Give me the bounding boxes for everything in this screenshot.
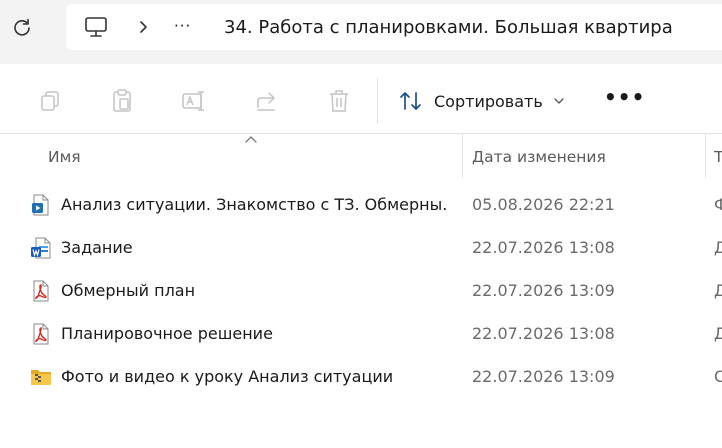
refresh-button[interactable] bbox=[10, 15, 34, 39]
file-name: Планировочное решение bbox=[61, 324, 273, 343]
pdf-file-icon bbox=[33, 280, 49, 302]
command-bar: Сортировать ••• bbox=[0, 64, 722, 134]
file-date: 22.07.2026 13:08 bbox=[472, 238, 615, 257]
file-row[interactable]: Анализ ситуации. Знакомство с ТЗ. Обмерн… bbox=[0, 184, 722, 227]
delete-button[interactable] bbox=[326, 88, 352, 114]
column-header-date-modified[interactable]: Дата изменения bbox=[472, 148, 606, 166]
file-name: Анализ ситуации. Знакомство с ТЗ. Обмерн… bbox=[61, 195, 446, 214]
column-divider[interactable] bbox=[705, 134, 706, 178]
address-bar-area: ··· 34. Работа с планировками. Большая к… bbox=[0, 0, 722, 64]
share-icon bbox=[257, 92, 275, 111]
file-row[interactable]: Фото и видео к уроку Анализ ситуации 22.… bbox=[0, 356, 722, 399]
zip-folder-icon bbox=[31, 370, 51, 385]
copy-button[interactable] bbox=[37, 88, 63, 114]
file-date: 05.08.2026 22:21 bbox=[472, 195, 615, 214]
paste-button[interactable] bbox=[109, 88, 135, 114]
trash-icon bbox=[330, 90, 348, 112]
toolbar-separator bbox=[377, 78, 378, 124]
column-headers: Имя Дата изменения Т bbox=[0, 134, 722, 178]
pdf-file-icon bbox=[33, 323, 49, 345]
address-bar[interactable]: ··· 34. Работа с планировками. Большая к… bbox=[66, 4, 722, 50]
column-header-name[interactable]: Имя bbox=[48, 148, 81, 166]
video-file-icon bbox=[32, 194, 49, 216]
file-date: 22.07.2026 13:09 bbox=[472, 367, 615, 386]
sort-button[interactable]: Сортировать bbox=[398, 86, 565, 116]
current-folder-breadcrumb[interactable]: 34. Работа с планировками. Большая кварт… bbox=[224, 15, 673, 41]
file-row[interactable]: Обмерный план 22.07.2026 13:09 Д bbox=[0, 270, 722, 313]
sort-icon bbox=[400, 92, 421, 110]
rename-button[interactable] bbox=[181, 88, 207, 114]
file-row[interactable]: Планировочное решение 22.07.2026 13:08 Д bbox=[0, 313, 722, 356]
chevron-right-icon[interactable] bbox=[136, 18, 150, 36]
column-divider[interactable] bbox=[462, 134, 463, 178]
file-name: Обмерный план bbox=[61, 281, 196, 300]
file-type: Д bbox=[714, 238, 722, 257]
column-header-type[interactable]: Т bbox=[714, 148, 722, 166]
refresh-icon bbox=[14, 18, 30, 36]
file-row[interactable]: Задание 22.07.2026 13:08 Д bbox=[0, 227, 722, 270]
this-pc-icon[interactable] bbox=[84, 16, 108, 38]
file-type: Д bbox=[714, 324, 722, 343]
paste-icon bbox=[113, 89, 131, 112]
rename-icon bbox=[182, 91, 204, 111]
file-name: Фото и видео к уроку Анализ ситуации bbox=[61, 367, 394, 386]
sort-ascending-caret-icon bbox=[245, 136, 257, 143]
file-type: Ф bbox=[714, 195, 722, 214]
file-date: 22.07.2026 13:09 bbox=[472, 281, 615, 300]
file-name: Задание bbox=[61, 238, 133, 257]
sort-label: Сортировать bbox=[434, 91, 543, 111]
file-type: С bbox=[714, 367, 722, 386]
file-date: 22.07.2026 13:08 bbox=[472, 324, 615, 343]
copy-icon bbox=[41, 91, 59, 111]
file-type: Д bbox=[714, 281, 722, 300]
chevron-down-icon bbox=[554, 98, 564, 104]
more-options-button[interactable]: ••• bbox=[604, 87, 644, 110]
path-overflow-button[interactable]: ··· bbox=[174, 16, 198, 36]
share-button[interactable] bbox=[254, 88, 280, 114]
word-document-icon bbox=[31, 237, 51, 259]
